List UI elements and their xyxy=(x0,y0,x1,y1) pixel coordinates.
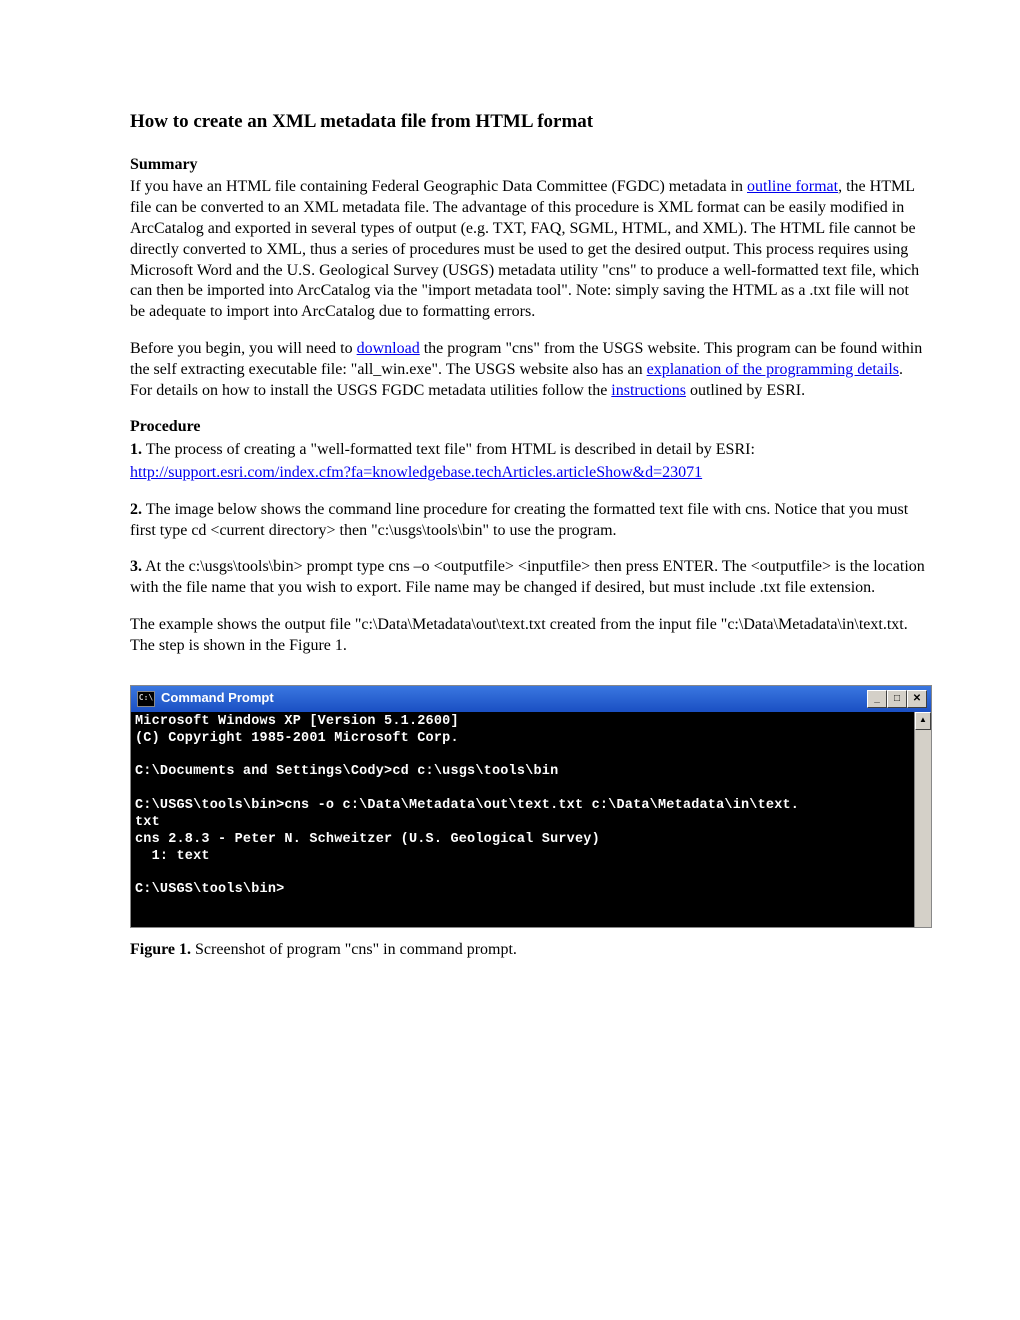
scrollbar[interactable]: ▲ xyxy=(914,712,931,928)
esri-support-link[interactable]: http://support.esri.com/index.cfm?fa=kno… xyxy=(130,464,702,481)
text: outlined by ESRI. xyxy=(686,382,805,399)
step-text: The process of creating a "well-formatte… xyxy=(142,441,755,458)
figure-caption: Figure 1. Screenshot of program "cns" in… xyxy=(130,940,925,961)
window-controls: _ □ ✕ xyxy=(867,690,927,708)
step-1: 1. The process of creating a "well-forma… xyxy=(130,440,925,461)
maximize-button[interactable]: □ xyxy=(887,690,907,708)
step-3: 3. At the c:\usgs\tools\bin> prompt type… xyxy=(130,557,925,599)
instructions-link[interactable]: instructions xyxy=(611,382,686,399)
example-paragraph: The example shows the output file "c:\Da… xyxy=(130,615,925,657)
close-button[interactable]: ✕ xyxy=(907,690,927,708)
window-title: Command Prompt xyxy=(161,690,274,707)
terminal-output[interactable]: Microsoft Windows XP [Version 5.1.2600] … xyxy=(131,712,914,928)
step-number: 3. xyxy=(130,558,142,575)
step-1-link-line: http://support.esri.com/index.cfm?fa=kno… xyxy=(130,463,925,484)
step-text: At the c:\usgs\tools\bin> prompt type cn… xyxy=(130,558,925,596)
text: , the HTML file can be converted to an X… xyxy=(130,178,919,320)
outline-format-link[interactable]: outline format xyxy=(747,178,838,195)
step-number: 1. xyxy=(130,441,142,458)
text: If you have an HTML file containing Fede… xyxy=(130,178,747,195)
text: Before you begin, you will need to xyxy=(130,340,357,357)
figure-label: Figure 1. xyxy=(130,941,191,958)
step-2: 2. The image below shows the command lin… xyxy=(130,500,925,542)
summary-paragraph-1: If you have an HTML file containing Fede… xyxy=(130,177,925,323)
minimize-button[interactable]: _ xyxy=(867,690,887,708)
command-prompt-icon: C:\ xyxy=(137,691,155,707)
step-text: The image below shows the command line p… xyxy=(130,501,908,539)
procedure-heading: Procedure xyxy=(130,418,201,435)
scroll-track[interactable] xyxy=(915,730,931,928)
page-title: How to create an XML metadata file from … xyxy=(130,110,925,135)
figure-text: Screenshot of program "cns" in command p… xyxy=(191,941,517,958)
window-titlebar[interactable]: C:\ Command Prompt _ □ ✕ xyxy=(131,686,931,712)
document-page: How to create an XML metadata file from … xyxy=(0,0,1020,1037)
explanation-link[interactable]: explanation of the programming details xyxy=(647,361,899,378)
download-link[interactable]: download xyxy=(357,340,420,357)
step-number: 2. xyxy=(130,501,142,518)
command-prompt-window: C:\ Command Prompt _ □ ✕ Microsoft Windo… xyxy=(130,685,932,929)
summary-paragraph-2: Before you begin, you will need to downl… xyxy=(130,339,925,401)
scroll-up-button[interactable]: ▲ xyxy=(915,712,931,730)
summary-heading: Summary xyxy=(130,156,198,173)
